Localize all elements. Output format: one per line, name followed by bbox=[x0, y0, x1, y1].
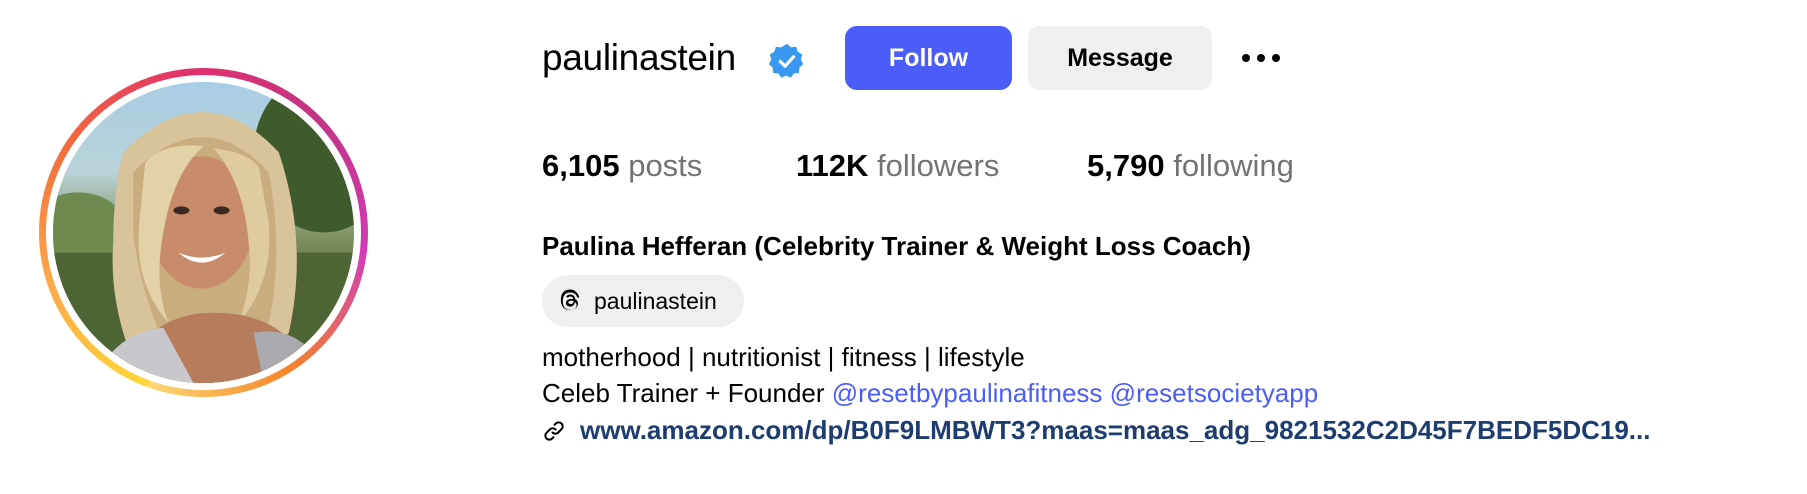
avatar[interactable] bbox=[53, 82, 354, 383]
following-number: 5,790 bbox=[1087, 148, 1165, 183]
full-name: Paulina Hefferan (Celebrity Trainer & We… bbox=[542, 231, 1251, 261]
more-dot bbox=[1257, 54, 1265, 62]
more-dot bbox=[1272, 54, 1280, 62]
message-button[interactable]: Message bbox=[1028, 26, 1212, 90]
avatar-photo-illustration bbox=[53, 82, 354, 383]
username: paulinastein bbox=[542, 37, 736, 78]
posts-number: 6,105 bbox=[542, 148, 620, 183]
avatar-story-ring[interactable] bbox=[39, 68, 368, 397]
avatar-frame bbox=[46, 75, 361, 390]
followers-label: followers bbox=[877, 148, 1000, 183]
external-link-row[interactable]: www.amazon.com/dp/B0F9LMBWT3?maas=maas_a… bbox=[542, 412, 1772, 448]
threads-badge-link[interactable]: paulinastein bbox=[542, 275, 744, 327]
more-options-icon[interactable] bbox=[1238, 44, 1284, 72]
bio-text: Celeb Trainer + Founder bbox=[542, 378, 825, 408]
follow-button[interactable]: Follow bbox=[845, 26, 1012, 90]
profile-header: paulinastein Follow Message 6,105 posts … bbox=[0, 0, 1807, 494]
link-icon bbox=[544, 421, 564, 441]
threads-handle: paulinastein bbox=[594, 288, 717, 314]
posts-count[interactable]: 6,105 posts bbox=[542, 146, 702, 186]
more-dot bbox=[1242, 54, 1250, 62]
following-count[interactable]: 5,790 following bbox=[1087, 146, 1294, 186]
verified-badge-icon bbox=[768, 43, 804, 78]
posts-label: posts bbox=[628, 148, 703, 183]
following-label: following bbox=[1173, 148, 1294, 183]
followers-count[interactable]: 112K followers bbox=[796, 146, 999, 186]
mention-link[interactable]: @resetbypaulinafitness bbox=[832, 378, 1103, 408]
followers-number: 112K bbox=[796, 148, 869, 183]
external-link[interactable]: www.amazon.com/dp/B0F9LMBWT3?maas=maas_a… bbox=[580, 412, 1650, 448]
bio-text-line: motherhood | nutritionist | fitness | li… bbox=[542, 342, 1025, 372]
threads-icon bbox=[560, 289, 580, 311]
mention-link[interactable]: @resetsocietyapp bbox=[1110, 378, 1319, 408]
bio-text-line: Celeb Trainer + Founder @resetbypaulinaf… bbox=[542, 376, 1318, 410]
